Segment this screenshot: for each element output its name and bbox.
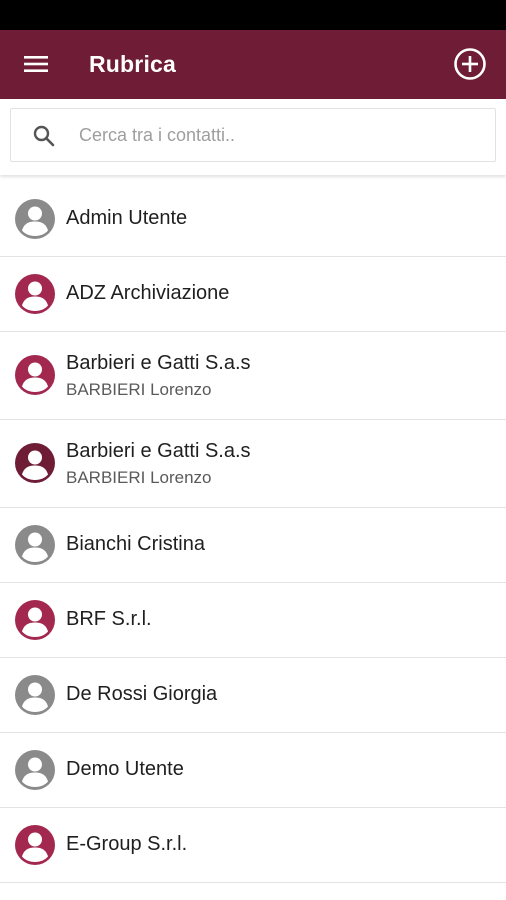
contact-name: Demo Utente	[66, 758, 184, 780]
hamburger-menu-icon	[24, 56, 48, 72]
avatar-person-icon	[15, 600, 55, 640]
avatar-person-icon	[15, 525, 55, 565]
avatar-person-icon	[15, 750, 55, 790]
contact-row[interactable]: Barbieri e Gatti S.a.s BARBIERI Lorenzo	[0, 332, 506, 420]
avatar-person-icon	[15, 675, 55, 715]
contact-row[interactable]: BRF S.r.l.	[0, 583, 506, 658]
contact-row[interactable]: Admin Utente	[0, 182, 506, 257]
avatar-person-icon	[15, 825, 55, 865]
contact-name: BRF S.r.l.	[66, 608, 152, 630]
add-circle-icon	[454, 48, 486, 80]
search-icon	[33, 125, 55, 147]
contact-name: De Rossi Giorgia	[66, 683, 218, 705]
contact-row[interactable]: De Rossi Giorgia	[0, 658, 506, 733]
menu-button[interactable]	[14, 42, 58, 86]
contact-subtitle: BARBIERI Lorenzo	[66, 468, 212, 487]
contact-name: ADZ Archiviazione	[66, 282, 230, 304]
avatar-person-icon	[15, 355, 55, 395]
contact-name: Barbieri e Gatti S.a.s	[66, 440, 251, 462]
page-title: Rubrica	[89, 51, 177, 77]
contact-name: Bianchi Cristina	[66, 533, 205, 555]
avatar-person-icon	[15, 199, 55, 239]
contact-row[interactable]: Barbieri e Gatti S.a.s BARBIERI Lorenzo	[0, 420, 506, 508]
contact-name: Admin Utente	[66, 207, 188, 229]
contact-subtitle: BARBIERI Lorenzo	[66, 380, 212, 399]
contact-name: Barbieri e Gatti S.a.s	[66, 352, 251, 374]
contact-row[interactable]: ADZ Archiviazione	[0, 257, 506, 332]
contact-name: E-Group S.r.l.	[66, 833, 188, 855]
contact-list: Admin Utente ADZ Archiviazione Barbieri e …	[0, 182, 506, 883]
status-bar	[0, 0, 506, 30]
contact-row[interactable]: E-Group S.r.l.	[0, 808, 506, 883]
search-box	[10, 108, 496, 162]
avatar-person-icon	[15, 274, 55, 314]
avatar-person-icon	[15, 443, 55, 483]
app-bar: Rubrica	[0, 30, 506, 99]
search-input[interactable]	[79, 117, 479, 153]
contact-row[interactable]: Bianchi Cristina	[0, 508, 506, 583]
search-bar	[0, 99, 506, 175]
contact-row[interactable]: Demo Utente	[0, 733, 506, 808]
add-contact-button[interactable]	[448, 42, 492, 86]
